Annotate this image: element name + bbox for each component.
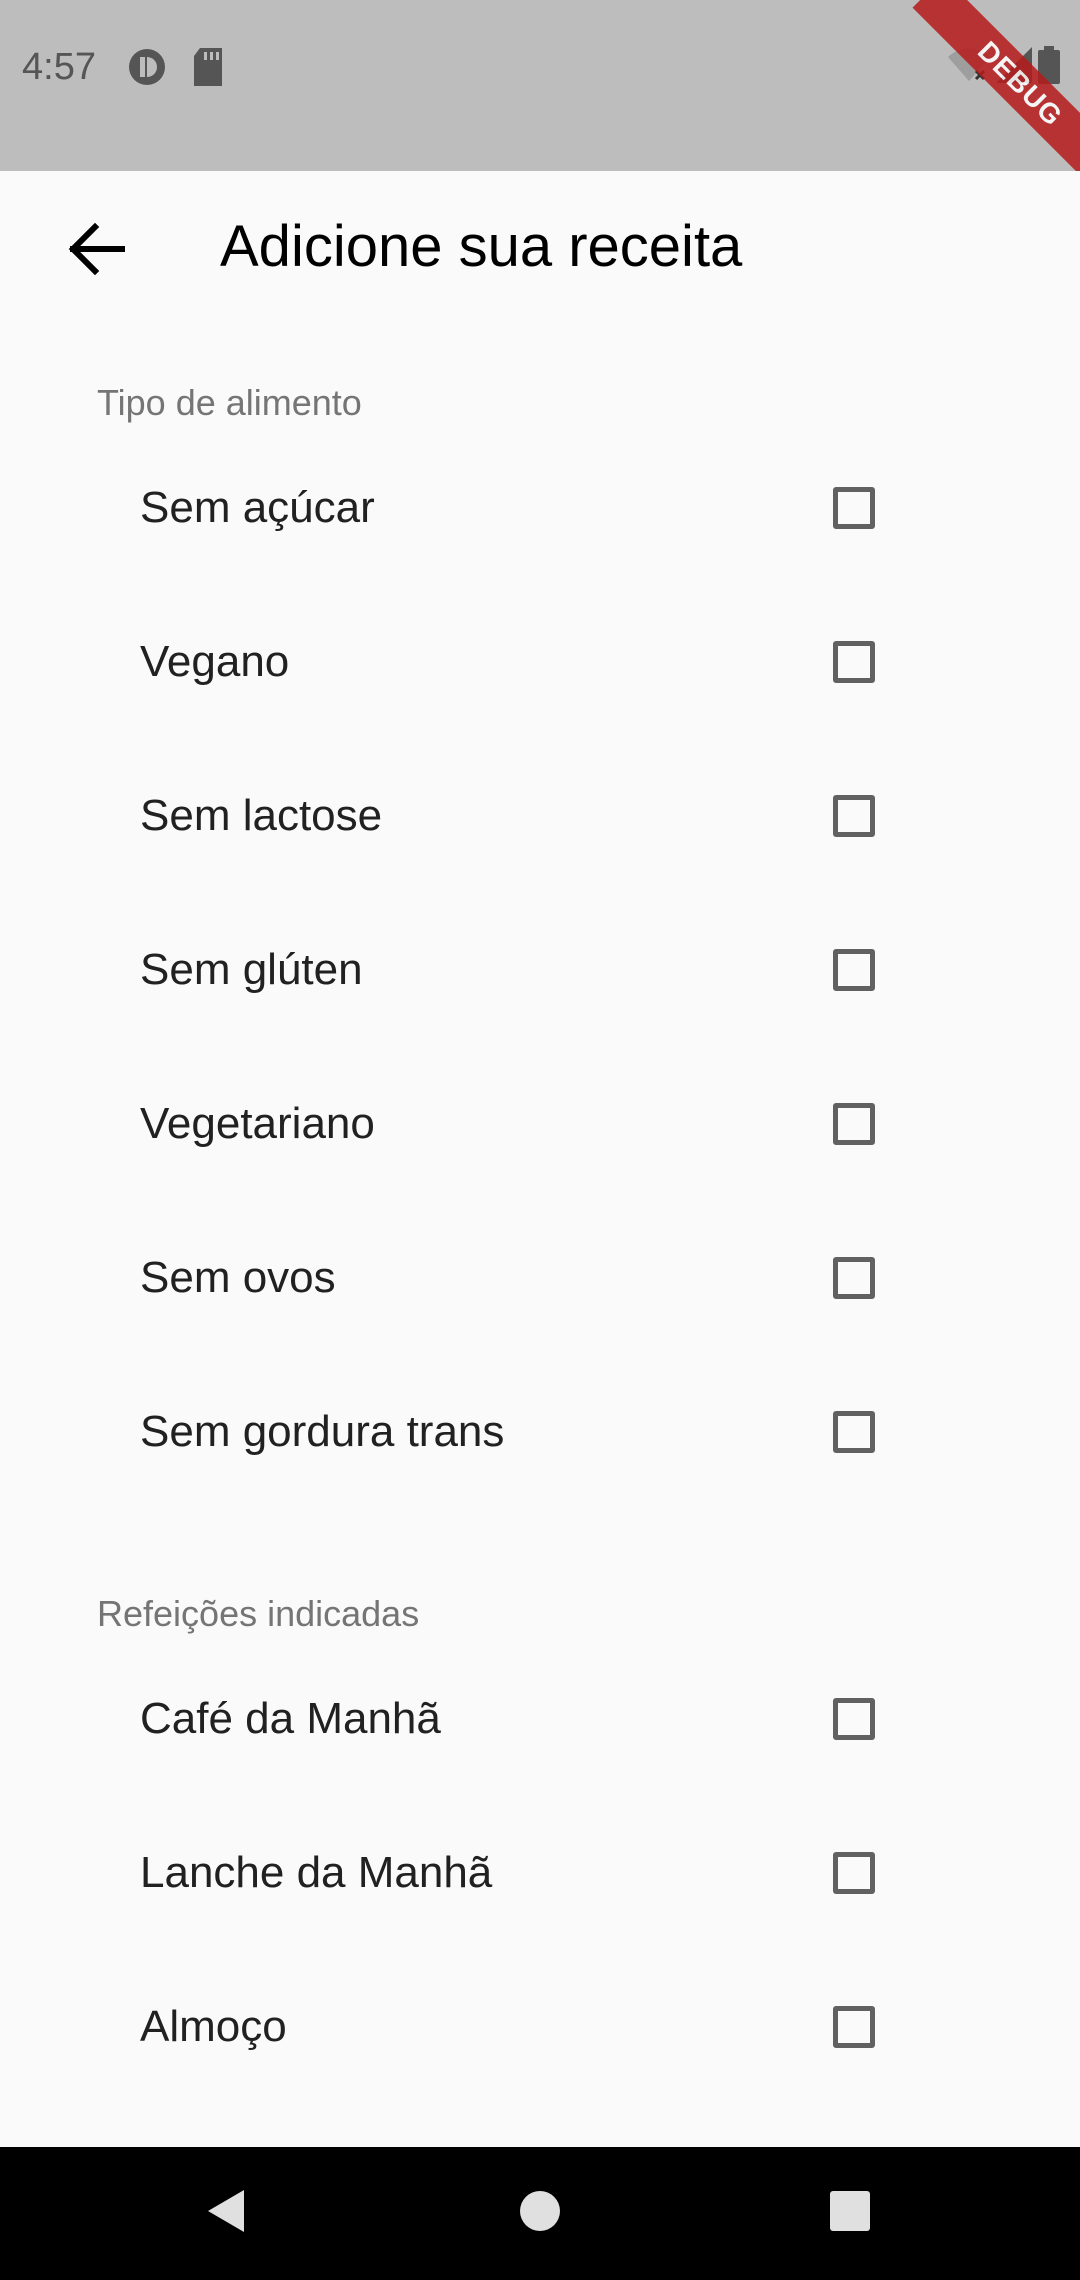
option-row-cafe-da-manha[interactable]: Café da Manhã: [0, 1642, 1080, 1796]
checkbox-vegano[interactable]: [833, 641, 875, 683]
recents-square-icon: [829, 2190, 871, 2237]
checkbox-lanche-da-manha[interactable]: [833, 1852, 875, 1894]
back-triangle-icon: [206, 2188, 246, 2239]
option-row-lanche-da-manha[interactable]: Lanche da Manhã: [0, 1796, 1080, 1950]
option-label: Sem açúcar: [140, 483, 375, 532]
checkbox-sem-gluten[interactable]: [833, 949, 875, 991]
checkbox-sem-gordura-trans[interactable]: [833, 1411, 875, 1453]
option-row-vegetariano[interactable]: Vegetariano: [0, 1047, 1080, 1201]
checkbox-sem-acucar[interactable]: [833, 487, 875, 529]
section-label-meals: Refeições indicadas: [97, 1593, 420, 1634]
nav-back-button[interactable]: [166, 2147, 286, 2280]
checkbox-cafe-da-manha[interactable]: [833, 1698, 875, 1740]
arrow-back-icon: [67, 222, 126, 280]
home-circle-icon: [519, 2190, 561, 2237]
option-row-sem-gluten[interactable]: Sem glúten: [0, 893, 1080, 1047]
checkbox-sem-lactose[interactable]: [833, 795, 875, 837]
status-time: 4:57: [22, 46, 96, 88]
option-row-sem-gordura-trans[interactable]: Sem gordura trans: [0, 1355, 1080, 1509]
option-row-vegano[interactable]: Vegano: [0, 585, 1080, 739]
option-label: Sem glúten: [140, 945, 363, 994]
option-label: Vegano: [140, 637, 290, 686]
checkbox-sem-ovos[interactable]: [833, 1257, 875, 1299]
option-row-sem-lactose[interactable]: Sem lactose: [0, 739, 1080, 893]
sd-card-icon: [192, 48, 224, 91]
app-notification-icon: [128, 48, 166, 91]
checkbox-almoco[interactable]: [833, 2006, 875, 2048]
option-row-sem-ovos[interactable]: Sem ovos: [0, 1201, 1080, 1355]
nav-home-button[interactable]: [480, 2147, 600, 2280]
status-bar: 4:57 DEBUG: [0, 0, 1080, 192]
option-row-almoco[interactable]: Almoço: [0, 1950, 1080, 2104]
option-label: Sem ovos: [140, 1253, 336, 1302]
option-label: Vegetariano: [140, 1099, 375, 1148]
page-title: Adicione sua receita: [220, 214, 743, 279]
screen: 4:57 DEBUG Adicione sua receita Tipo de …: [0, 0, 1080, 2280]
nav-recents-button[interactable]: [790, 2147, 910, 2280]
option-label: Lanche da Manhã: [140, 1848, 493, 1897]
option-label: Almoço: [140, 2002, 287, 2051]
option-row-sem-acucar[interactable]: Sem açúcar: [0, 431, 1080, 585]
option-label: Café da Manhã: [140, 1694, 441, 1743]
section-label-food-type: Tipo de alimento: [97, 382, 362, 423]
system-nav-bar: [0, 2147, 1080, 2280]
checkbox-vegetariano[interactable]: [833, 1103, 875, 1145]
debug-banner: DEBUG: [912, 0, 1080, 192]
option-label: Sem lactose: [140, 791, 383, 840]
option-label: Sem gordura trans: [140, 1407, 505, 1456]
back-button[interactable]: [56, 211, 136, 291]
app-bar: Adicione sua receita: [0, 171, 1080, 325]
